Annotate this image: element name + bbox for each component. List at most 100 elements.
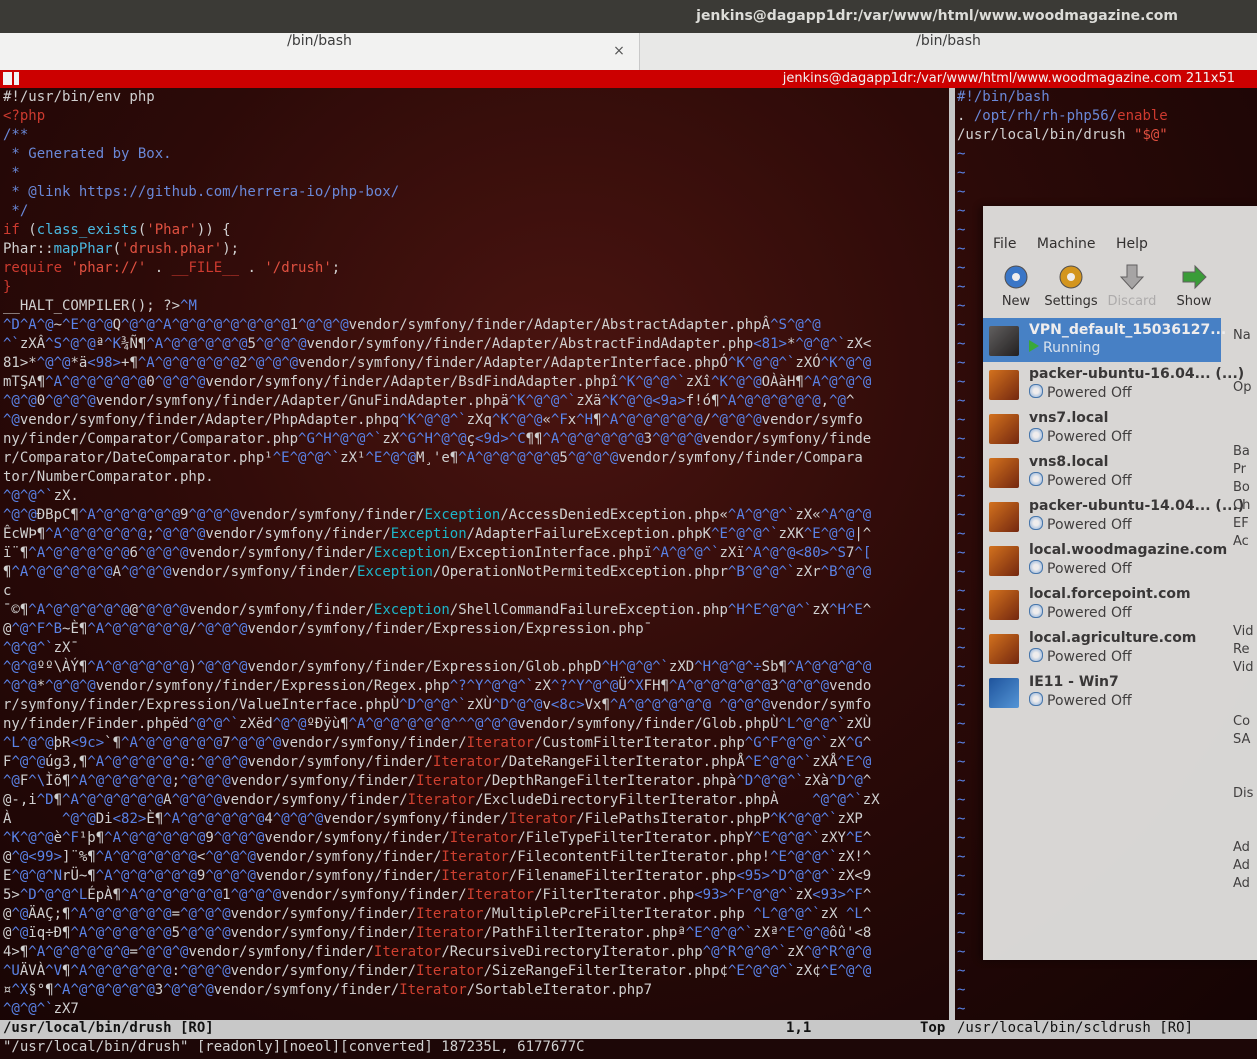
powered-off-icon	[1029, 648, 1043, 662]
tmux-status-text: jenkins@dagapp1dr:/var/www/html/www.wood…	[782, 71, 1235, 86]
powered-off-icon	[1029, 384, 1043, 398]
code-line: Phar::mapPhar('drush.phar');	[3, 241, 240, 257]
details-label: Na	[1233, 328, 1251, 343]
tab-label: /bin/bash	[916, 33, 981, 49]
code-line: #!/usr/bin/env php	[3, 89, 155, 105]
ubuntu-vm-icon	[989, 634, 1019, 664]
details-label: Ad	[1233, 840, 1250, 855]
vm-list-item[interactable]: local.woodmagazine.com Powered Off	[983, 538, 1227, 582]
code-line: ^@^@^`zX¯	[3, 640, 79, 656]
vm-status: Powered Off	[1029, 472, 1132, 489]
window-title: jenkins@dagapp1dr:/var/www/html/www.wood…	[696, 8, 1178, 24]
new-gear-icon	[1001, 262, 1031, 292]
vim-empty-line-tilde: ~	[957, 184, 966, 200]
vm-status: Powered Off	[1029, 692, 1132, 709]
vm-list-item[interactable]: VPN_default_15036127... Running	[983, 318, 1226, 362]
tmux-window-indicator-icon	[3, 72, 12, 85]
code-line: r/symfony/finder/Expression/ValueInterfa…	[3, 697, 872, 713]
code-line: __HALT_COMPILER(); ?>^M	[3, 298, 197, 314]
settings-gear-icon	[1056, 262, 1086, 292]
toolbar-label: New	[1001, 294, 1031, 309]
code-line: /usr/local/bin/drush "$@"	[957, 127, 1168, 143]
code-line: @-,i^D¶^A^@^@^@^@^@A^@^@^@vendor/symfony…	[3, 792, 880, 808]
ubuntu-vm-icon	[989, 414, 1019, 444]
vm-list-item[interactable]: packer-ubuntu-16.04... (...) Powered Off	[983, 362, 1244, 406]
ubuntu-vm-icon	[989, 458, 1019, 488]
code-line: E^@^@^NrÜ~¶^A^@^@^@^@^@9^@^@^@vendor/sym…	[3, 868, 872, 884]
code-line: ^UÄVÀ^V¶^A^@^@^@^@^@:^@^@^@vendor/symfon…	[3, 963, 872, 979]
code-line: ¤^X§°¶^A^@^@^@^@^@3^@^@^@vendor/symfony/…	[3, 982, 653, 998]
vim-status-line: /usr/local/bin/drush [RO] 1,1 Top /usr/l…	[0, 1020, 1257, 1039]
discard-button[interactable]: Discard	[1101, 262, 1163, 309]
vm-name: local.woodmagazine.com	[1029, 542, 1228, 558]
code-line: ^@^@^`zX.	[3, 488, 79, 504]
code-line: */	[3, 203, 29, 219]
vm-name: local.forcepoint.com	[1029, 586, 1191, 602]
running-arrow-icon	[1029, 340, 1039, 352]
details-label: Ba	[1233, 444, 1250, 459]
code-line: @^@ÄAÇ;¶^A^@^@^@^@^@=^@^@^@vendor/symfon…	[3, 906, 872, 922]
vm-list-item[interactable]: IE11 - Win7 Powered Off	[983, 670, 1221, 714]
vim-message: "/usr/local/bin/drush" [readonly][noeol]…	[3, 1039, 585, 1055]
vim-cursor-position: 1,1	[786, 1020, 812, 1036]
vm-name: packer-ubuntu-14.04... (...)	[1029, 498, 1245, 514]
code-line: ^D^A^@~^E^@^@Q^@^@^A^@^@^@^@^@^@^@1^@^@^…	[3, 317, 821, 333]
discard-arrow-icon	[1117, 262, 1147, 292]
vm-list-item[interactable]: local.agriculture.com Powered Off	[983, 626, 1221, 670]
details-label: Co	[1233, 714, 1251, 729]
vim-right-pane[interactable]: #!/bin/bash . /opt/rh/rh-php56/enable/usr…	[955, 88, 1257, 1020]
vm-status: Powered Off	[1029, 560, 1132, 577]
code-line: }	[3, 279, 12, 295]
details-label: Ch	[1233, 498, 1251, 513]
virtualbox-manager-window[interactable]: File Machine Help New Settings Discard Show…	[983, 206, 1257, 960]
code-line: ny/finder/Finder.phpëd^@^@^`zXëd^@^@ºÐÿù…	[3, 716, 872, 732]
details-label: Op	[1233, 380, 1252, 395]
details-label: Dis	[1233, 786, 1254, 801]
show-button[interactable]: Show	[1163, 262, 1225, 309]
code-line: tor/NumberComparator.php.	[3, 469, 214, 485]
code-line: ÊcWÞ¶^A^@^@^@^@^@;^@^@^@vendor/symfony/f…	[3, 526, 872, 542]
code-line: <?php	[3, 108, 46, 124]
vm-status: Powered Off	[1029, 516, 1132, 533]
toolbar-label: Show	[1176, 294, 1212, 309]
menu-help[interactable]: Help	[1116, 236, 1148, 252]
code-line: ^@^@0^@^@^@vendor/symfony/finder/Adapter…	[3, 393, 855, 409]
vm-list-item[interactable]: vns8.local Powered Off	[983, 450, 1221, 494]
code-line: * Generated by Box.	[3, 146, 172, 162]
code-line: 4>¶^A^@^@^@^@^@=^@^@^@vendor/symfony/fin…	[3, 944, 872, 960]
powered-off-icon	[1029, 428, 1043, 442]
close-icon[interactable]: ×	[610, 33, 628, 70]
powered-off-icon	[1029, 560, 1043, 574]
vm-list-item[interactable]: local.forcepoint.com Powered Off	[983, 582, 1221, 626]
vim-command-line[interactable]: "/usr/local/bin/drush" [readonly][noeol]…	[0, 1039, 1257, 1059]
code-line: ï¨¶^A^@^@^@^@^@6^@^@^@vendor/symfony/fin…	[3, 545, 872, 561]
menu-machine[interactable]: Machine	[1037, 236, 1096, 252]
details-label: Bo	[1233, 480, 1250, 495]
vm-list-item[interactable]: packer-ubuntu-14.04... (...) Powered Off	[983, 494, 1244, 538]
vm-list: VPN_default_15036127... Running packer-ubu…	[983, 318, 1244, 714]
menu-file[interactable]: File	[993, 236, 1016, 252]
vm-name: VPN_default_15036127...	[1029, 322, 1227, 338]
ubuntu-vm-icon	[989, 546, 1019, 576]
vm-status: Powered Off	[1029, 384, 1132, 401]
details-label: Ad	[1233, 858, 1250, 873]
new-button[interactable]: New	[985, 262, 1047, 309]
ubuntu-vm-icon	[989, 590, 1019, 620]
vim-empty-line-tilde: ~	[957, 982, 966, 998]
terminal-area[interactable]: #!/usr/bin/env php <?php /** * Generated b…	[0, 88, 1257, 1020]
tab-bash-1[interactable]: /bin/bash ×	[0, 33, 640, 70]
tab-bash-2[interactable]: /bin/bash	[640, 33, 1257, 70]
settings-button[interactable]: Settings	[1040, 262, 1102, 309]
toolbar-label: Settings	[1044, 294, 1098, 309]
linux-vm-icon	[989, 326, 1019, 356]
vim-scroll-position: Top	[920, 1020, 946, 1036]
vm-name: vns8.local	[1029, 454, 1109, 470]
details-label: Re	[1233, 642, 1250, 657]
code-line: mTŞA¶^A^@^@^@^@^@0^@^@^@vendor/symfony/f…	[3, 374, 872, 390]
vm-list-item[interactable]: vns7.local Powered Off	[983, 406, 1221, 450]
terminal-tab-bar: /bin/bash × /bin/bash	[0, 33, 1257, 70]
powered-off-icon	[1029, 516, 1043, 530]
vim-left-pane[interactable]: #!/usr/bin/env php <?php /** * Generated b…	[0, 88, 949, 1020]
details-label: Ac	[1233, 534, 1249, 549]
details-label: Vid	[1233, 624, 1254, 639]
